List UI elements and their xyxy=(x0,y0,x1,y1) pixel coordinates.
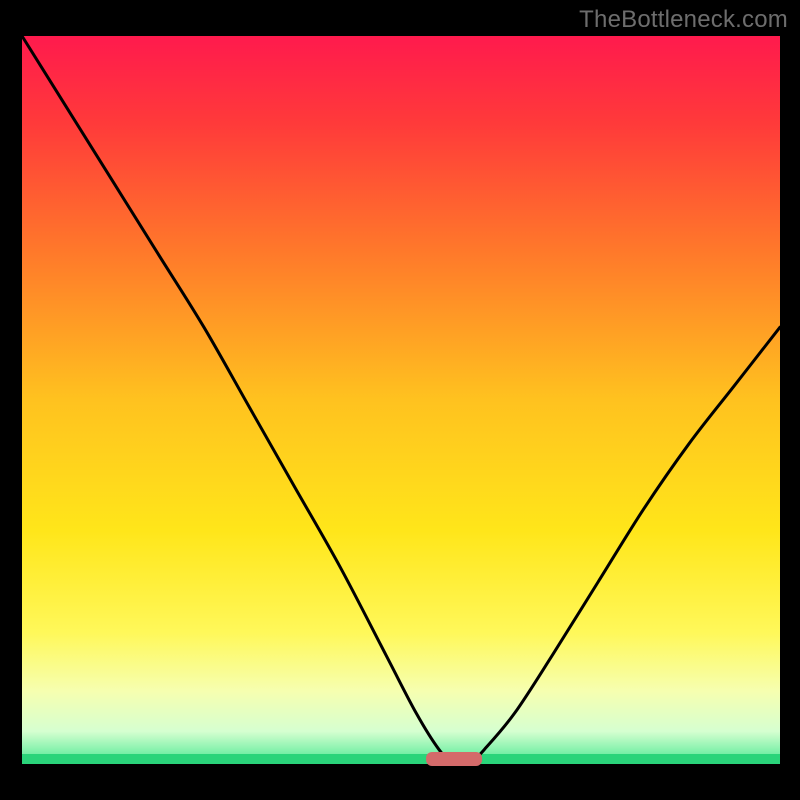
green-floor xyxy=(22,754,780,764)
plot-area xyxy=(22,36,780,764)
minimum-marker xyxy=(426,752,482,766)
bottleneck-chart xyxy=(0,0,800,800)
chart-root: TheBottleneck.com xyxy=(0,0,800,800)
